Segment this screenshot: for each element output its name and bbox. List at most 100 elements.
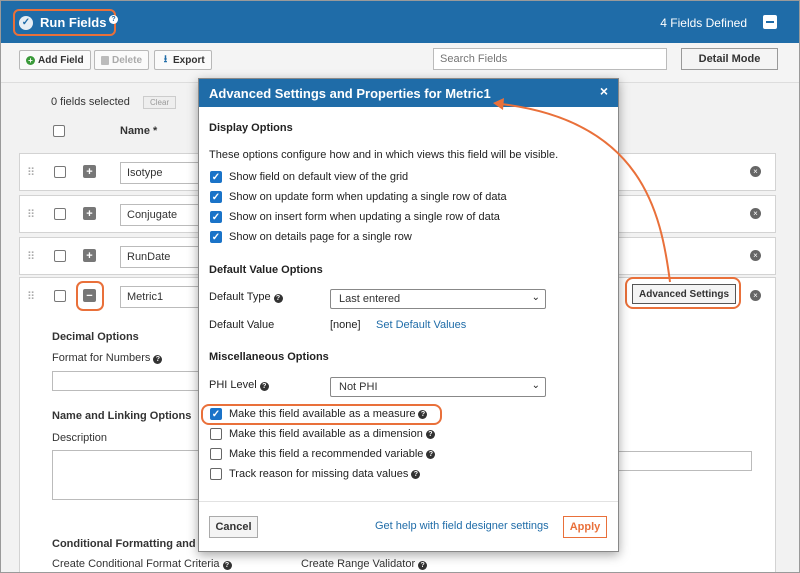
set-default-values-link[interactable]: Set Default Values <box>376 319 466 331</box>
selected-count: 0 fields selected <box>51 96 130 108</box>
toolbar: + Add Field Delete ⭳ Export Detail Mode <box>1 43 799 83</box>
close-icon[interactable]: × <box>600 83 608 99</box>
export-button[interactable]: ⭳ Export <box>154 50 212 70</box>
display-check-insert-form[interactable]: ✓ Show on insert form when updating a si… <box>210 211 500 223</box>
phi-level-select[interactable]: Not PHI ⌄ <box>330 377 546 397</box>
misc-check-recommended[interactable]: Make this field a recommended variable ? <box>210 448 436 460</box>
remove-field-icon[interactable]: × <box>750 166 761 177</box>
help-icon[interactable]: ? <box>425 429 435 439</box>
checkbox-unchecked-icon[interactable] <box>210 428 222 440</box>
drag-handle-icon[interactable]: ⠿ <box>27 250 35 263</box>
remove-field-icon[interactable]: × <box>750 290 761 301</box>
window-frame: ✓ Run Fields ? 4 Fields Defined + Add Fi… <box>0 0 800 573</box>
help-icon[interactable]: ? <box>259 382 269 391</box>
checkbox-unchecked-icon[interactable] <box>210 448 222 460</box>
display-options-heading: Display Options <box>209 122 293 134</box>
drag-handle-icon[interactable]: ⠿ <box>27 166 35 179</box>
download-icon: ⭳ <box>163 53 168 65</box>
default-type-select[interactable]: Last entered ⌄ <box>330 289 546 309</box>
phi-level-value: Not PHI <box>339 381 378 393</box>
checkbox-checked-icon[interactable]: ✓ <box>210 191 222 203</box>
checkbox-checked-icon[interactable]: ✓ <box>210 408 222 420</box>
conditional-format-text: Create Conditional Format Criteria <box>52 558 220 570</box>
description-textarea[interactable] <box>52 450 202 500</box>
help-icon[interactable]: ? <box>222 561 232 570</box>
display-options-description: These options configure how and in which… <box>209 149 559 161</box>
drag-handle-icon[interactable]: ⠿ <box>27 290 35 303</box>
help-icon[interactable]: ? <box>418 561 428 570</box>
remove-field-icon[interactable]: × <box>750 250 761 261</box>
row-checkbox[interactable] <box>54 208 66 220</box>
chevron-down-icon: ⌄ <box>531 292 540 303</box>
display-check-update-form[interactable]: ✓ Show on update form when updating a si… <box>210 191 507 203</box>
header-title: Run Fields <box>40 15 107 30</box>
checkbox-label: Show on insert form when updating a sing… <box>229 211 500 223</box>
conditional-formatting-heading: Conditional Formatting and V <box>52 538 206 550</box>
modal-title: Advanced Settings and Properties for Met… <box>209 86 491 101</box>
field-designer-help-link[interactable]: Get help with field designer settings <box>375 520 549 532</box>
format-numbers-input[interactable] <box>52 371 202 391</box>
help-icon[interactable]: ? <box>426 449 436 459</box>
clear-button[interactable]: Clear <box>143 96 177 109</box>
trash-icon <box>101 55 109 65</box>
misc-check-measure[interactable]: ✓ Make this field available as a measure… <box>210 408 428 420</box>
detail-mode-button[interactable]: Detail Mode <box>681 48 778 70</box>
name-column-header: Name * <box>120 125 158 137</box>
header-title-highlight[interactable]: ✓ Run Fields <box>13 9 117 36</box>
chevron-down-icon: ⌄ <box>531 380 540 391</box>
phi-level-text: PHI Level <box>209 379 257 391</box>
row-checkbox[interactable] <box>54 250 66 262</box>
default-value-label: Default Value <box>209 319 275 331</box>
expand-icon[interactable]: + <box>83 165 96 178</box>
checkbox-checked-icon[interactable]: ✓ <box>210 171 222 183</box>
display-check-default-view[interactable]: ✓ Show field on default view of the grid <box>210 171 408 183</box>
search-input[interactable] <box>433 48 667 70</box>
modal-footer-divider <box>199 501 618 502</box>
misc-options-heading: Miscellaneous Options <box>209 351 329 363</box>
help-icon[interactable]: ? <box>273 294 283 303</box>
checkbox-label: Show on update form when updating a sing… <box>229 191 507 203</box>
apply-button[interactable]: Apply <box>563 516 607 538</box>
expand-icon[interactable]: + <box>83 207 96 220</box>
help-icon[interactable]: ? <box>411 469 421 479</box>
linking-input[interactable] <box>618 451 752 471</box>
misc-check-missing-values[interactable]: Track reason for missing data values ? <box>210 468 421 480</box>
fields-count: 4 Fields Defined <box>660 16 747 30</box>
description-label: Description <box>52 432 108 444</box>
help-icon[interactable]: ? <box>418 409 428 419</box>
modal-header: Advanced Settings and Properties for Met… <box>199 79 618 107</box>
conditional-format-label: Create Conditional Format Criteria? <box>52 558 232 570</box>
checkbox-unchecked-icon[interactable] <box>210 468 222 480</box>
add-field-button[interactable]: + Add Field <box>19 50 91 70</box>
remove-field-icon[interactable]: × <box>750 208 761 219</box>
format-numbers-label: Format for Numbers? <box>52 352 163 364</box>
misc-check-dimension[interactable]: Make this field available as a dimension… <box>210 428 435 440</box>
help-icon[interactable]: ? <box>153 355 163 364</box>
decimal-options-heading: Decimal Options <box>52 331 139 343</box>
checkbox-label: Make this field available as a measure <box>229 408 416 420</box>
display-check-details-page[interactable]: ✓ Show on details page for a single row <box>210 231 412 243</box>
collapse-icon[interactable] <box>763 15 777 29</box>
advanced-settings-highlight <box>625 277 741 309</box>
row-checkbox[interactable] <box>54 290 66 302</box>
expand-icon[interactable]: + <box>83 249 96 262</box>
row-checkbox[interactable] <box>54 166 66 178</box>
help-icon[interactable]: ? <box>109 15 118 24</box>
checkbox-checked-icon[interactable]: ✓ <box>210 231 222 243</box>
delete-button[interactable]: Delete <box>94 50 150 70</box>
select-all-checkbox[interactable] <box>53 125 65 137</box>
default-value-value: [none] <box>330 319 361 331</box>
checkbox-label: Show on details page for a single row <box>229 231 412 243</box>
cancel-button[interactable]: Cancel <box>209 516 258 538</box>
default-type-label: Default Type? <box>209 291 283 303</box>
checkbox-label: Make this field a recommended variable <box>229 448 424 460</box>
collapse-highlight <box>76 281 104 311</box>
plus-circle-icon: + <box>26 55 35 65</box>
checkbox-checked-icon[interactable]: ✓ <box>210 211 222 223</box>
format-numbers-text: Format for Numbers <box>52 352 151 364</box>
checkbox-label: Make this field available as a dimension <box>229 428 423 440</box>
default-type-value: Last entered <box>339 293 401 305</box>
range-validator-text: Create Range Validator <box>301 558 416 570</box>
advanced-settings-modal: Advanced Settings and Properties for Met… <box>198 78 619 552</box>
drag-handle-icon[interactable]: ⠿ <box>27 208 35 221</box>
